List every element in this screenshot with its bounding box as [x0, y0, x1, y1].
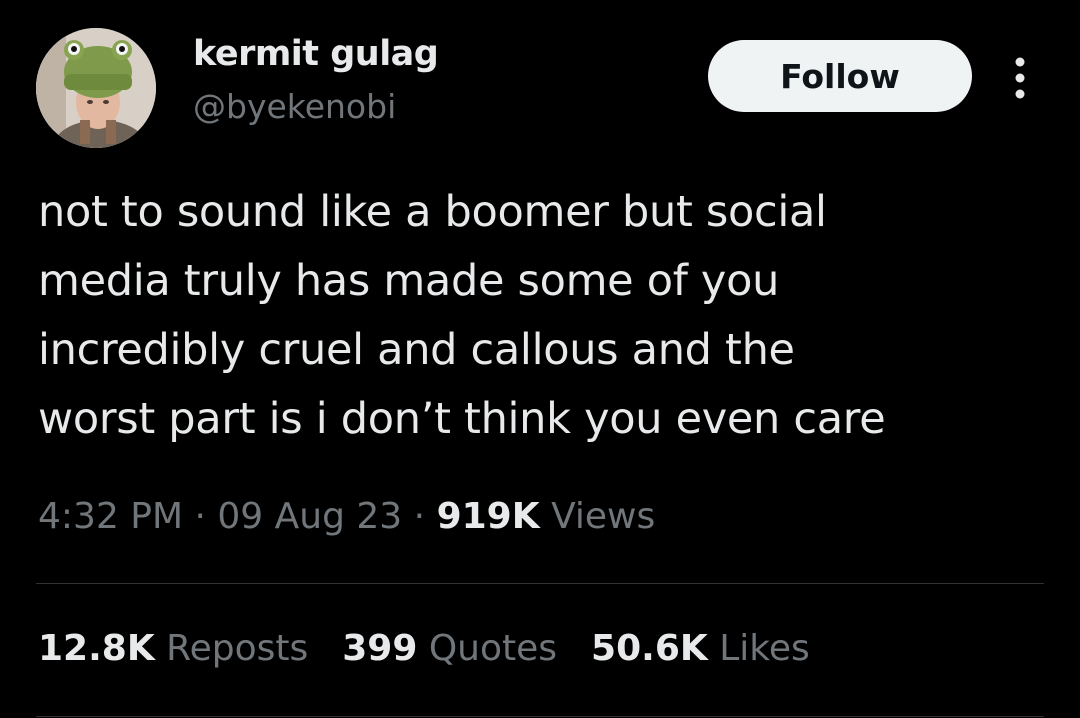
reposts-stat[interactable]: 12.8K Reposts	[38, 628, 308, 669]
views-count: 919K	[436, 496, 540, 537]
tweet-card: kermit gulag @byekenobi Follow not to so…	[0, 0, 1080, 718]
quotes-stat[interactable]: 399 Quotes	[342, 628, 557, 669]
handle[interactable]: @byekenobi	[193, 87, 396, 126]
divider	[36, 583, 1044, 584]
meta-separator: ·	[183, 496, 218, 537]
avatar[interactable]	[36, 28, 156, 148]
avatar-image	[36, 28, 156, 148]
meta-separator: ·	[402, 496, 437, 537]
tweet-text-line: worst part is i don’t think you even car…	[38, 394, 886, 444]
likes-label: Likes	[719, 628, 810, 669]
engagement-stats: 12.8K Reposts 399 Quotes 50.6K Likes	[38, 628, 844, 669]
quotes-label: Quotes	[428, 628, 558, 669]
display-name[interactable]: kermit gulag	[193, 34, 439, 74]
quotes-count: 399	[342, 628, 418, 669]
tweet-text-line: not to sound like a boomer but social	[38, 187, 827, 237]
tweet-metadata: 4:32 PM · 09 Aug 23 · 919K Views	[38, 496, 655, 537]
tweet-time[interactable]: 4:32 PM	[38, 496, 183, 537]
views-label: Views	[551, 496, 656, 537]
follow-button[interactable]: Follow	[708, 40, 972, 112]
reposts-count: 12.8K	[38, 628, 155, 669]
tweet-date[interactable]: 09 Aug 23	[217, 496, 402, 537]
likes-count: 50.6K	[591, 628, 708, 669]
tweet-text-line: incredibly cruel and callous and the	[38, 325, 795, 375]
reposts-label: Reposts	[166, 628, 309, 669]
more-vertical-icon[interactable]	[1008, 56, 1032, 100]
tweet-text-line: media truly has made some of you	[38, 256, 780, 306]
likes-stat[interactable]: 50.6K Likes	[591, 628, 810, 669]
follow-button-label: Follow	[780, 56, 900, 96]
tweet-text: not to sound like a boomer but social me…	[38, 178, 1048, 454]
divider	[36, 716, 1044, 717]
